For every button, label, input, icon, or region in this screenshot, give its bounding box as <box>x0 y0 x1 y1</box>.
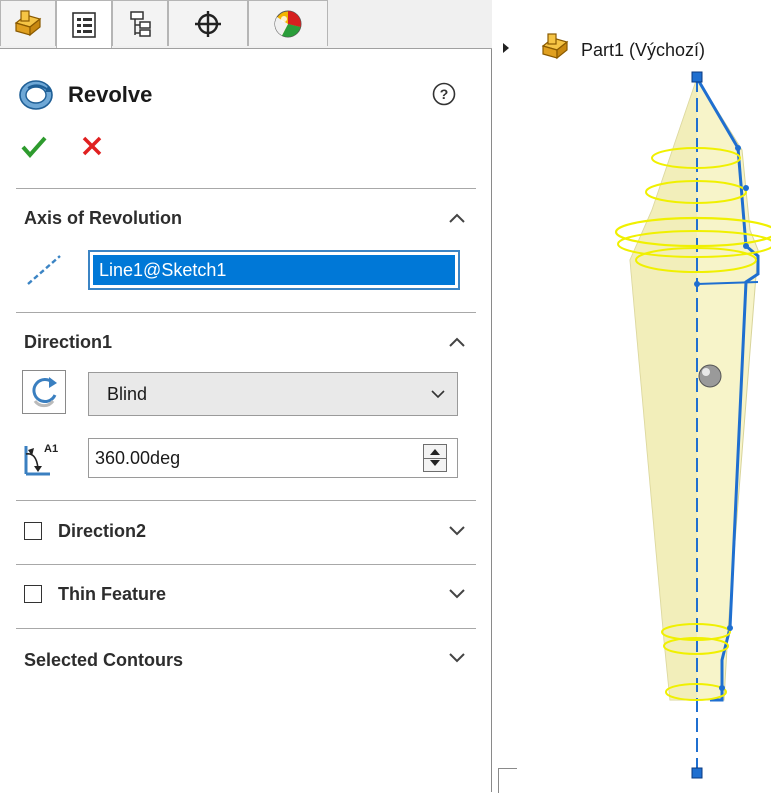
display-manager-icon <box>274 10 302 37</box>
feature-title: Revolve <box>18 78 152 112</box>
divider <box>16 188 476 189</box>
angle-input[interactable]: 360.00deg <box>88 438 458 478</box>
chevron-down-icon <box>431 390 445 399</box>
tab-feature-manager[interactable] <box>0 0 56 46</box>
axis-line-icon <box>27 255 61 285</box>
reverse-direction-icon <box>32 377 57 408</box>
axis-selection-value: Line1@Sketch1 <box>93 255 455 285</box>
feature-manager-icon <box>14 9 42 36</box>
chevron-down-icon[interactable] <box>448 525 466 537</box>
chevron-down-icon[interactable] <box>448 652 466 664</box>
tab-display-manager[interactable] <box>248 0 328 46</box>
increment-icon[interactable] <box>430 449 440 455</box>
configuration-manager-icon <box>130 10 151 37</box>
stepper-divider <box>424 458 446 459</box>
direction1-section-title[interactable]: Direction1 <box>24 332 112 353</box>
thin-feature-checkbox[interactable] <box>24 585 42 603</box>
divider <box>16 312 476 313</box>
angle-stepper[interactable] <box>423 444 447 472</box>
property-manager-panel: Revolve ? Axis of Revolution Line1@Sketc… <box>0 0 492 792</box>
direction2-checkbox[interactable] <box>24 522 42 540</box>
direction2-section-title[interactable]: Direction2 <box>58 521 146 542</box>
cancel-button[interactable] <box>80 134 104 158</box>
chevron-up-icon[interactable] <box>448 212 466 224</box>
tab-configuration-manager[interactable] <box>112 0 168 46</box>
divider <box>16 564 476 565</box>
decrement-icon[interactable] <box>430 460 440 466</box>
revolve-icon <box>19 80 53 110</box>
property-manager-icon <box>72 11 96 38</box>
selected-contours-section-title[interactable]: Selected Contours <box>24 650 183 671</box>
angle-icon: A1 <box>24 443 58 476</box>
axis-section-title[interactable]: Axis of Revolution <box>24 208 182 229</box>
chevron-up-icon[interactable] <box>448 336 466 348</box>
chevron-down-icon[interactable] <box>448 588 466 600</box>
part-name[interactable]: Part1 (Výchozí) <box>581 40 705 61</box>
feature-title-text: Revolve <box>68 82 153 107</box>
angle-value: 360.00deg <box>95 448 181 468</box>
tab-property-manager[interactable] <box>56 0 112 48</box>
ok-button[interactable] <box>20 134 48 160</box>
part-icon <box>541 33 569 60</box>
expand-arrow-icon[interactable] <box>503 43 509 53</box>
tab-dimxpert-manager[interactable] <box>168 0 248 46</box>
dimxpert-manager-icon <box>195 10 221 37</box>
scrollbar-corner <box>498 768 517 793</box>
help-icon[interactable]: ? <box>432 82 456 106</box>
axis-selection-field[interactable]: Line1@Sketch1 <box>88 250 460 290</box>
manager-tabs <box>0 0 492 49</box>
thin-feature-section-title[interactable]: Thin Feature <box>58 584 166 605</box>
revolve-preview-model[interactable] <box>600 60 771 792</box>
end-condition-select[interactable]: Blind <box>88 372 458 416</box>
svg-text:A1: A1 <box>44 443 58 455</box>
reverse-direction-button[interactable] <box>22 370 66 414</box>
divider <box>16 500 476 501</box>
divider <box>16 628 476 629</box>
svg-text:?: ? <box>440 86 449 102</box>
end-condition-value: Blind <box>107 384 148 404</box>
